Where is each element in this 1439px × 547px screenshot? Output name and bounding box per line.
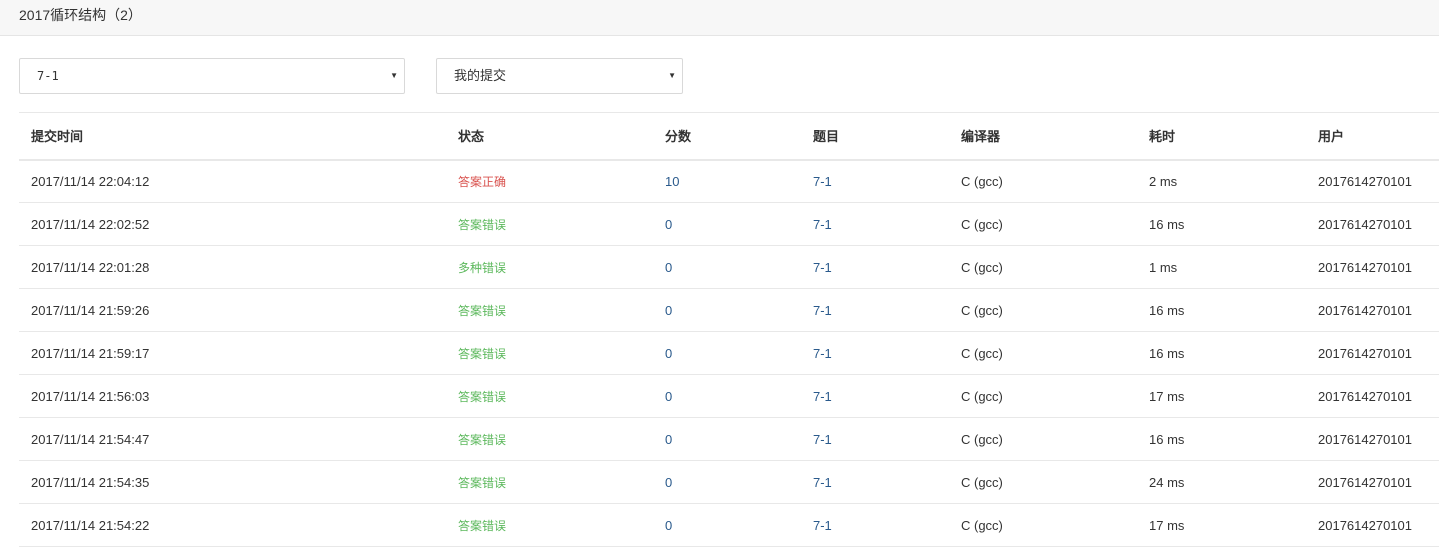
user-cell: 2017614270101 [1306, 202, 1439, 246]
col-header-compiler[interactable]: 编译器 [949, 112, 1137, 161]
problem-cell[interactable]: 7-1 [801, 202, 949, 246]
compiler-cell: C (gcc) [949, 460, 1137, 504]
table-row: 2017/11/14 22:01:28 多种错误 0 7-1 C (gcc) 1 ms 20… [19, 245, 1439, 289]
compiler-cell: C (gcc) [949, 159, 1137, 203]
score-cell[interactable]: 0 [653, 245, 801, 289]
time-cost-cell: 16 ms [1137, 202, 1306, 246]
table-row: 2017/11/14 21:54:22 答案错误 0 7-1 C (gcc) 17 ms 2… [19, 503, 1439, 547]
filter-bar: 7-1 ▼ 我的提交 ▼ [0, 36, 1439, 112]
problem-select[interactable]: 7-1 ▼ [19, 58, 405, 94]
compiler-cell: C (gcc) [949, 245, 1137, 289]
submit-time-cell: 2017/11/14 21:56:03 [19, 374, 446, 418]
submit-time-cell: 2017/11/14 22:02:52 [19, 202, 446, 246]
submit-time-cell: 2017/11/14 21:59:26 [19, 288, 446, 332]
score-cell[interactable]: 10 [653, 159, 801, 203]
scope-select-value: 我的提交 [454, 68, 507, 83]
problem-cell[interactable]: 7-1 [801, 460, 949, 504]
table-row: 2017/11/14 21:59:17 答案错误 0 7-1 C (gcc) 16 ms 2… [19, 331, 1439, 375]
score-cell[interactable]: 0 [653, 374, 801, 418]
page-header: 2017循环结构（2） [0, 0, 1439, 36]
status-cell[interactable]: 答案错误 [446, 417, 653, 461]
status-cell[interactable]: 答案错误 [446, 288, 653, 332]
problem-cell[interactable]: 7-1 [801, 288, 949, 332]
time-cost-cell: 2 ms [1137, 159, 1306, 203]
col-header-problem[interactable]: 题目 [801, 112, 949, 161]
table-row: 2017/11/14 21:54:35 答案错误 0 7-1 C (gcc) 24 ms 2… [19, 460, 1439, 504]
problem-cell[interactable]: 7-1 [801, 503, 949, 547]
score-cell[interactable]: 0 [653, 460, 801, 504]
submit-time-cell: 2017/11/14 21:54:47 [19, 417, 446, 461]
caret-down-icon: ▼ [390, 71, 398, 80]
problem-cell[interactable]: 7-1 [801, 417, 949, 461]
col-header-cost[interactable]: 耗时 [1137, 112, 1306, 161]
user-cell: 2017614270101 [1306, 159, 1439, 203]
score-cell[interactable]: 0 [653, 331, 801, 375]
time-cost-cell: 17 ms [1137, 503, 1306, 547]
compiler-cell: C (gcc) [949, 417, 1137, 461]
compiler-cell: C (gcc) [949, 288, 1137, 332]
submissions-table-wrap: 提交时间 状态 分数 题目 编译器 耗时 用户 2017/11/14 22:04… [19, 112, 1439, 547]
user-cell: 2017614270101 [1306, 374, 1439, 418]
table-row: 2017/11/14 22:02:52 答案错误 0 7-1 C (gcc) 16 ms 2… [19, 202, 1439, 246]
status-cell[interactable]: 答案错误 [446, 460, 653, 504]
status-cell[interactable]: 答案正确 [446, 159, 653, 203]
table-body: 2017/11/14 22:04:12 答案正确 10 7-1 C (gcc) 2 ms 2… [19, 159, 1439, 547]
problem-cell[interactable]: 7-1 [801, 159, 949, 203]
status-cell[interactable]: 多种错误 [446, 245, 653, 289]
user-cell: 2017614270101 [1306, 245, 1439, 289]
user-cell: 2017614270101 [1306, 460, 1439, 504]
status-cell[interactable]: 答案错误 [446, 503, 653, 547]
score-cell[interactable]: 0 [653, 417, 801, 461]
time-cost-cell: 1 ms [1137, 245, 1306, 289]
compiler-cell: C (gcc) [949, 331, 1137, 375]
problem-cell[interactable]: 7-1 [801, 374, 949, 418]
user-cell: 2017614270101 [1306, 331, 1439, 375]
score-cell[interactable]: 0 [653, 202, 801, 246]
caret-down-icon: ▼ [668, 71, 676, 80]
table-row: 2017/11/14 22:04:12 答案正确 10 7-1 C (gcc) 2 ms 2… [19, 159, 1439, 203]
submit-time-cell: 2017/11/14 22:01:28 [19, 245, 446, 289]
user-cell: 2017614270101 [1306, 288, 1439, 332]
user-cell: 2017614270101 [1306, 417, 1439, 461]
compiler-cell: C (gcc) [949, 374, 1137, 418]
score-cell[interactable]: 0 [653, 503, 801, 547]
table-row: 2017/11/14 21:54:47 答案错误 0 7-1 C (gcc) 16 ms 2… [19, 417, 1439, 461]
table-header-row: 提交时间 状态 分数 题目 编译器 耗时 用户 [19, 112, 1439, 161]
status-cell[interactable]: 答案错误 [446, 202, 653, 246]
submit-time-cell: 2017/11/14 21:54:22 [19, 503, 446, 547]
submit-time-cell: 2017/11/14 22:04:12 [19, 159, 446, 203]
col-header-time[interactable]: 提交时间 [19, 112, 446, 161]
time-cost-cell: 16 ms [1137, 288, 1306, 332]
page-title: 2017循环结构（2） [19, 7, 142, 23]
status-cell[interactable]: 答案错误 [446, 331, 653, 375]
time-cost-cell: 16 ms [1137, 417, 1306, 461]
time-cost-cell: 24 ms [1137, 460, 1306, 504]
scope-select[interactable]: 我的提交 ▼ [436, 58, 683, 94]
score-cell[interactable]: 0 [653, 288, 801, 332]
status-cell[interactable]: 答案错误 [446, 374, 653, 418]
compiler-cell: C (gcc) [949, 202, 1137, 246]
col-header-score[interactable]: 分数 [653, 112, 801, 161]
submissions-table: 提交时间 状态 分数 题目 编译器 耗时 用户 2017/11/14 22:04… [19, 112, 1439, 547]
problem-cell[interactable]: 7-1 [801, 331, 949, 375]
table-row: 2017/11/14 21:56:03 答案错误 0 7-1 C (gcc) 17 ms 2… [19, 374, 1439, 418]
time-cost-cell: 16 ms [1137, 331, 1306, 375]
submit-time-cell: 2017/11/14 21:59:17 [19, 331, 446, 375]
problem-select-value: 7-1 [37, 69, 59, 83]
compiler-cell: C (gcc) [949, 503, 1137, 547]
user-cell: 2017614270101 [1306, 503, 1439, 547]
submit-time-cell: 2017/11/14 21:54:35 [19, 460, 446, 504]
col-header-status[interactable]: 状态 [446, 112, 653, 161]
col-header-user[interactable]: 用户 [1306, 112, 1439, 161]
problem-cell[interactable]: 7-1 [801, 245, 949, 289]
time-cost-cell: 17 ms [1137, 374, 1306, 418]
table-row: 2017/11/14 21:59:26 答案错误 0 7-1 C (gcc) 16 ms 2… [19, 288, 1439, 332]
